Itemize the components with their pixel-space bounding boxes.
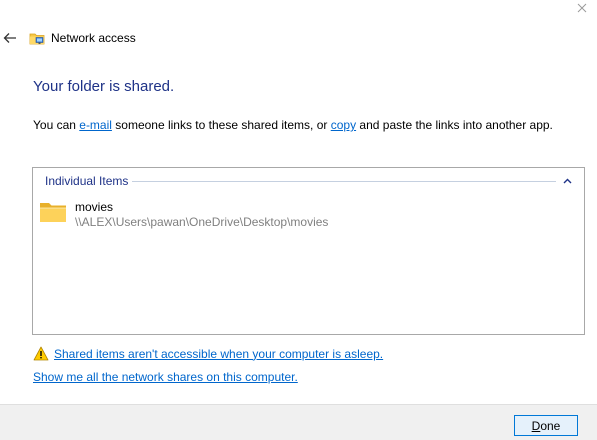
warning-icon [33,346,49,361]
window-title: Network access [51,31,136,45]
network-shares-link[interactable]: Show me all the network shares on this c… [33,370,298,384]
collapse-group-button[interactable] [560,174,574,188]
description-text-1: You can [33,118,80,132]
shared-item-name: movies [75,200,114,214]
group-header: Individual Items [45,174,574,188]
close-button[interactable] [571,0,593,16]
description-text-3: and paste the links into another app. [356,118,553,132]
page-heading: Your folder is shared. [33,78,175,95]
group-label: Individual Items [45,174,129,188]
chevron-up-icon [563,178,571,184]
description-text-2: someone links to these shared items, or [111,118,331,132]
done-button[interactable]: Done [514,415,578,436]
email-link[interactable]: e-mail [79,118,112,132]
shared-item-path: \\ALEX\Users\pawan\OneDrive\Desktop\movi… [75,215,329,229]
sleep-warning-link[interactable]: Shared items aren't accessible when your… [54,347,383,361]
done-label-accelerator: D [531,418,541,433]
close-icon [577,3,587,13]
done-label-rest: one [540,418,561,433]
shared-item[interactable]: movies \\ALEX\Users\pawan\OneDrive\Deskt… [39,200,328,230]
copy-link[interactable]: copy [331,118,356,132]
share-description: You can e-mail someone links to these sh… [33,118,553,132]
back-arrow-icon [3,33,16,43]
dialog-footer: Done [0,404,597,440]
shared-items-panel: Individual Items movies \\ALEX\Users\paw… [32,167,585,335]
folder-icon [40,203,66,222]
network-folder-icon [29,33,45,45]
back-button[interactable] [2,30,18,46]
group-divider [132,181,556,182]
sleep-warning: Shared items aren't accessible when your… [33,346,383,361]
window-title-bar: Network access [29,29,136,47]
